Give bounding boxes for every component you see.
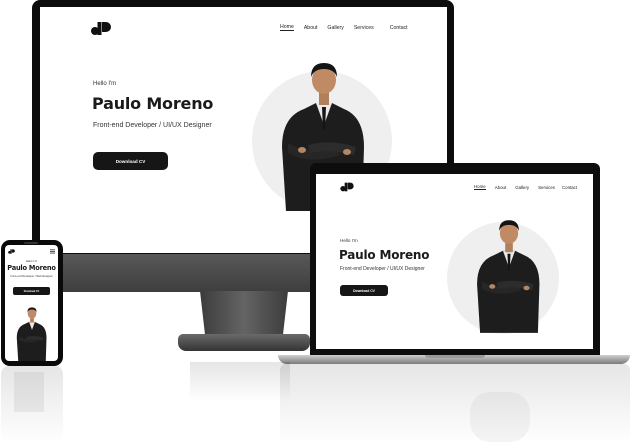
- monitor-base: [178, 334, 310, 351]
- monogram-logo-icon[interactable]: [91, 21, 111, 36]
- laptop-screen: Home About Gallery Services Contact Hell…: [316, 174, 593, 349]
- laptop-nav: Home About Gallery Services Contact: [474, 184, 577, 190]
- monitor-stand: [200, 291, 288, 337]
- nav-contact[interactable]: Contact: [562, 185, 577, 190]
- hero-name: Paulo Moreno: [92, 94, 214, 113]
- nav-about[interactable]: About: [304, 25, 318, 31]
- nav-gallery[interactable]: Gallery: [515, 185, 529, 190]
- download-cv-button[interactable]: Download CV: [93, 152, 168, 170]
- greeting: Hello I'm: [25, 259, 38, 263]
- nav-home[interactable]: Home: [474, 184, 486, 190]
- profile-photo: [16, 307, 47, 361]
- monogram-logo-icon[interactable]: [340, 182, 354, 192]
- hero-role: Front-end Developer / Web Designer: [10, 275, 53, 278]
- nav-contact[interactable]: Contact: [390, 25, 408, 31]
- hero-role: Front-end Developer / UI/UX Designer: [340, 266, 425, 272]
- monogram-logo-icon[interactable]: [8, 249, 15, 254]
- phone-screen: Hello I'm Paulo Moreno Front-end Develop…: [5, 245, 58, 361]
- download-cv-button[interactable]: Download CV: [340, 285, 388, 296]
- profile-photo: [477, 220, 540, 333]
- download-cv-button[interactable]: Download CV: [13, 287, 50, 295]
- greeting: Hello I'm: [340, 238, 358, 243]
- phone-speaker: [24, 242, 38, 244]
- hero-role: Front-end Developer / UI/UX Designer: [93, 122, 212, 129]
- monitor-nav: Home About Gallery Services Contact: [280, 24, 408, 31]
- nav-services[interactable]: Services: [354, 25, 374, 31]
- nav-about[interactable]: About: [495, 185, 506, 190]
- laptop-notch: [425, 355, 485, 358]
- nav-services[interactable]: Services: [538, 185, 555, 190]
- hero-name: Paulo Moreno: [339, 248, 430, 262]
- hero-name: Paulo Moreno: [7, 264, 56, 272]
- floor-reflection: [1, 362, 630, 444]
- greeting: Hello I'm: [93, 81, 117, 87]
- hamburger-menu-icon[interactable]: [50, 249, 55, 254]
- nav-gallery[interactable]: Gallery: [327, 25, 343, 31]
- nav-home[interactable]: Home: [280, 24, 294, 31]
